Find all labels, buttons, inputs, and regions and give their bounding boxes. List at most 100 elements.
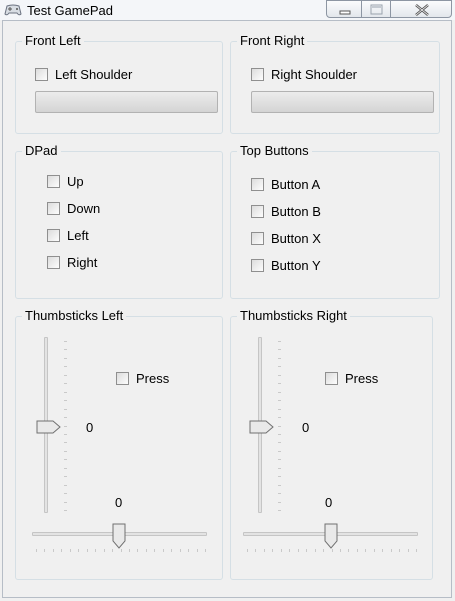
checkbox-label: Button B — [271, 203, 321, 219]
minimize-button[interactable] — [326, 0, 362, 18]
checkbox-label: Press — [345, 370, 379, 386]
checkbox-box[interactable] — [251, 204, 264, 218]
slider-tick — [306, 549, 307, 552]
dpad-left-checkbox[interactable]: Left — [47, 226, 89, 244]
slider-tick — [64, 358, 67, 359]
maximize-button[interactable] — [361, 0, 391, 18]
right-shoulder-checkbox[interactable]: Right Shoulder — [251, 65, 357, 83]
slider-tick — [163, 549, 164, 552]
slider-tick — [129, 549, 130, 552]
checkbox-box[interactable] — [251, 231, 264, 245]
left-horizontal-slider-thumb[interactable] — [112, 523, 126, 549]
slider-tick — [278, 493, 281, 494]
dpad-right-checkbox[interactable]: Right — [47, 253, 97, 271]
slider-tick — [278, 442, 281, 443]
close-button[interactable] — [390, 0, 452, 18]
dpad-down-checkbox[interactable]: Down — [47, 199, 100, 217]
slider-tick — [278, 451, 281, 452]
button-x-checkbox[interactable]: Button X — [251, 229, 321, 247]
dpad-up-checkbox[interactable]: Up — [47, 172, 84, 190]
right-vertical-slider-thumb[interactable] — [249, 420, 275, 434]
checkbox-label: Right — [67, 254, 98, 270]
slider-tick — [104, 549, 105, 552]
checkbox-box[interactable] — [47, 228, 60, 242]
slider-tick — [278, 392, 281, 393]
checkbox-label: Button A — [271, 176, 321, 192]
slider-tick — [278, 409, 281, 410]
gamepad-icon — [4, 4, 22, 16]
slider-tick — [121, 549, 122, 552]
checkbox-label: Press — [136, 370, 170, 386]
slider-tick — [53, 549, 54, 552]
slider-tick — [340, 549, 341, 552]
slider-tick — [61, 549, 62, 552]
checkbox-box[interactable] — [47, 255, 60, 269]
slider-tick — [357, 549, 358, 552]
left-trigger-progress-bar — [35, 91, 218, 113]
right-horizontal-slider-thumb[interactable] — [324, 523, 338, 549]
slider-tick — [278, 476, 281, 477]
slider-tick — [298, 549, 299, 552]
slider-tick — [278, 459, 281, 460]
group-label: Front Left — [22, 33, 84, 48]
slider-tick — [64, 502, 67, 503]
right-vertical-slider-ticks — [278, 341, 281, 511]
slider-tick — [278, 417, 281, 418]
window-title: Test GamePad — [27, 3, 113, 18]
left-vertical-slider-ticks — [64, 341, 67, 511]
button-a-checkbox[interactable]: Button A — [251, 175, 320, 193]
checkbox-box[interactable] — [35, 67, 48, 81]
left-horizontal-slider-ticks — [36, 549, 206, 552]
slider-tick — [278, 366, 281, 367]
left-vertical-slider-thumb[interactable] — [36, 420, 62, 434]
slider-tick — [78, 549, 79, 552]
checkbox-box[interactable] — [116, 371, 129, 385]
slider-tick — [44, 549, 45, 552]
checkbox-box[interactable] — [251, 258, 264, 272]
slider-tick — [374, 549, 375, 552]
slider-tick — [278, 426, 281, 427]
slider-tick — [64, 434, 67, 435]
checkbox-label: Up — [67, 173, 84, 189]
checkbox-label: Right Shoulder — [271, 66, 357, 82]
button-y-checkbox[interactable]: Button Y — [251, 256, 321, 274]
slider-tick — [64, 468, 67, 469]
button-b-checkbox[interactable]: Button B — [251, 202, 321, 220]
checkbox-box[interactable] — [47, 201, 60, 215]
slider-tick — [399, 549, 400, 552]
left-shoulder-checkbox[interactable]: Left Shoulder — [35, 65, 132, 83]
slider-tick — [64, 459, 67, 460]
slider-tick — [137, 549, 138, 552]
checkbox-label: Down — [67, 200, 101, 216]
slider-tick — [278, 434, 281, 435]
slider-tick — [278, 400, 281, 401]
right-press-checkbox[interactable]: Press — [325, 369, 378, 387]
slider-tick — [188, 549, 189, 552]
checkbox-box[interactable] — [325, 371, 338, 385]
slider-tick — [278, 383, 281, 384]
checkbox-label: Button Y — [271, 257, 321, 273]
slider-tick — [278, 510, 281, 511]
left-press-checkbox[interactable]: Press — [116, 369, 169, 387]
right-horizontal-value: 0 — [325, 495, 333, 510]
checkbox-box[interactable] — [47, 174, 60, 188]
minimize-icon — [339, 10, 351, 15]
group-label: Thumbsticks Right — [237, 308, 350, 323]
slider-tick — [154, 549, 155, 552]
checkbox-box[interactable] — [251, 67, 264, 81]
slider-tick — [323, 549, 324, 552]
slider-tick — [408, 549, 409, 552]
slider-tick — [180, 549, 181, 552]
slider-tick — [64, 341, 67, 342]
slider-tick — [278, 358, 281, 359]
thumbsticks-left-group: Thumbsticks Left 0 Press 0 — [15, 308, 223, 580]
left-vertical-value: 0 — [86, 420, 94, 435]
group-label: DPad — [22, 143, 61, 158]
slider-tick — [205, 549, 206, 552]
slider-tick — [64, 510, 67, 511]
group-label: Thumbsticks Left — [22, 308, 127, 323]
slider-tick — [64, 493, 67, 494]
slider-tick — [278, 341, 281, 342]
slider-tick — [64, 366, 67, 367]
checkbox-box[interactable] — [251, 177, 264, 191]
